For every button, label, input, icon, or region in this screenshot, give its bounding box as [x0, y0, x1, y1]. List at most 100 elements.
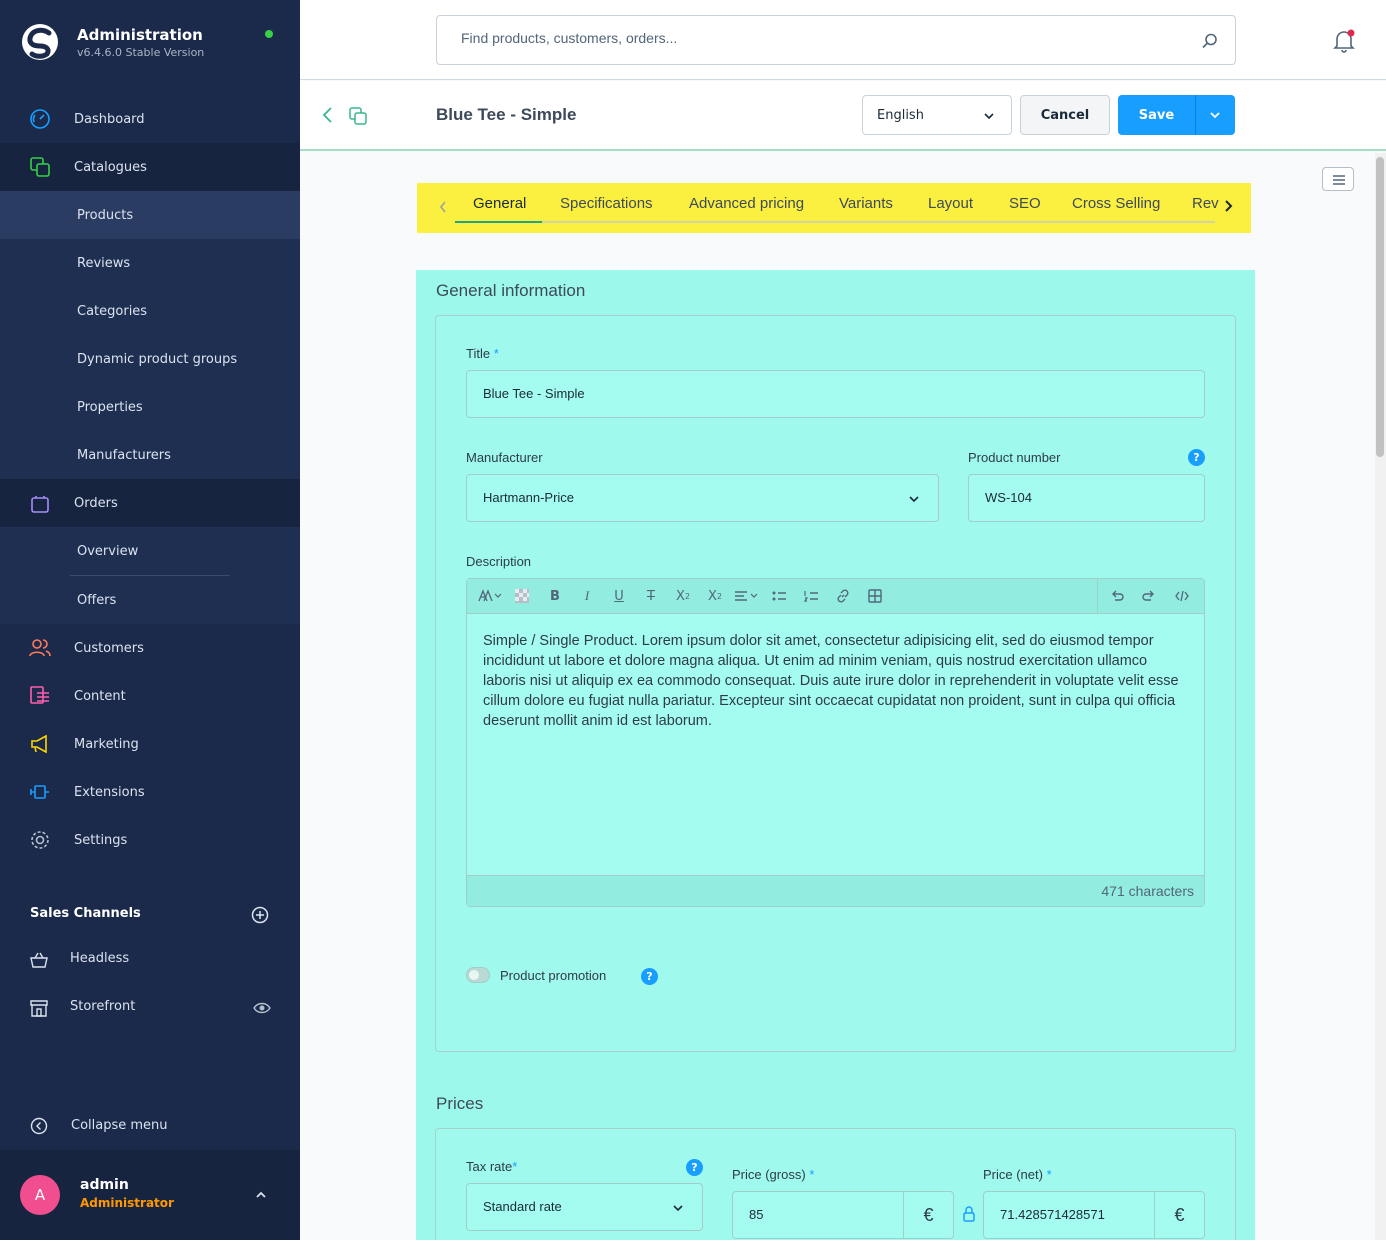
- hamburger-icon: [1333, 175, 1345, 185]
- description-label: Description: [466, 554, 532, 569]
- main-content: General Specifications Advanced pricing …: [300, 153, 1386, 1240]
- sidebar-toggle-button[interactable]: [1322, 167, 1354, 191]
- eye-icon[interactable]: [252, 999, 272, 1017]
- title-label: Title *: [466, 346, 499, 361]
- nav-customers[interactable]: Customers: [0, 624, 300, 672]
- tab-variants[interactable]: Variants: [839, 195, 893, 212]
- chevron-down-icon: [984, 113, 994, 120]
- nav-reviews[interactable]: Reviews: [0, 239, 300, 287]
- nav-overview[interactable]: Overview: [0, 527, 300, 575]
- save-button[interactable]: Save: [1118, 95, 1196, 135]
- nav-customers-label: Customers: [74, 640, 144, 656]
- nav-dashboard-label: Dashboard: [74, 111, 145, 127]
- nav-dashboard[interactable]: Dashboard: [0, 95, 300, 143]
- save-options-button[interactable]: [1196, 95, 1235, 135]
- back-chevron-icon[interactable]: [320, 106, 336, 124]
- tab-seo[interactable]: SEO: [1009, 195, 1041, 212]
- collapse-menu[interactable]: Collapse menu: [0, 1106, 300, 1146]
- customers-icon: [29, 639, 51, 657]
- price-gross-label-text: Price (gross): [732, 1167, 806, 1182]
- catalogues-icon: [30, 157, 50, 177]
- underline-icon[interactable]: U: [610, 587, 628, 605]
- numbered-list-icon[interactable]: [802, 587, 820, 605]
- cancel-button[interactable]: Cancel: [1020, 95, 1110, 135]
- nav-orders[interactable]: Orders: [0, 479, 300, 527]
- channel-storefront[interactable]: Storefront: [0, 988, 300, 1028]
- nav-marketing-label: Marketing: [74, 736, 139, 752]
- user-menu[interactable]: A admin Administrator: [0, 1150, 300, 1240]
- nav-products[interactable]: Products: [0, 191, 300, 239]
- manufacturer-label: Manufacturer: [466, 450, 543, 465]
- link-icon[interactable]: [834, 587, 852, 605]
- manufacturer-select[interactable]: Hartmann-Price: [466, 474, 939, 522]
- price-net-value: 71.428571428571: [1000, 1207, 1105, 1222]
- italic-icon[interactable]: I: [578, 587, 596, 605]
- tab-scroll-right-icon[interactable]: [1222, 198, 1234, 214]
- basket-icon: [30, 952, 48, 968]
- text-color-icon[interactable]: [513, 587, 531, 605]
- help-icon[interactable]: ?: [641, 968, 658, 985]
- channel-headless[interactable]: Headless: [0, 940, 300, 980]
- nav-settings-label: Settings: [74, 832, 128, 848]
- nav-manufacturers-label: Manufacturers: [77, 447, 171, 463]
- product-tabs: General Specifications Advanced pricing …: [417, 183, 1251, 233]
- title-input[interactable]: Blue Tee - Simple: [466, 370, 1205, 418]
- tab-general[interactable]: General: [473, 195, 526, 212]
- text-style-icon[interactable]: [477, 587, 503, 605]
- tab-advanced-pricing[interactable]: Advanced pricing: [689, 195, 804, 212]
- lock-icon[interactable]: [962, 1205, 976, 1223]
- product-number-input[interactable]: WS-104: [968, 474, 1205, 522]
- nav-dynamic-product-groups[interactable]: Dynamic product groups: [0, 335, 300, 383]
- help-icon[interactable]: ?: [686, 1159, 703, 1176]
- editor-toolbar: B I U T X2 X2: [467, 579, 1204, 614]
- currency-suffix: €: [1154, 1192, 1204, 1238]
- tab-cross-selling[interactable]: Cross Selling: [1072, 195, 1160, 212]
- language-switch[interactable]: English: [862, 95, 1012, 135]
- table-icon[interactable]: [866, 587, 884, 605]
- strikethrough-icon[interactable]: T: [642, 587, 660, 605]
- tax-rate-select[interactable]: Standard rate: [466, 1183, 703, 1231]
- gear-icon: [31, 831, 49, 849]
- notification-bell-icon[interactable]: [1332, 28, 1356, 54]
- nav-catalogues[interactable]: Catalogues: [0, 143, 300, 191]
- help-icon[interactable]: ?: [1188, 449, 1205, 466]
- tab-layout[interactable]: Layout: [928, 195, 973, 212]
- nav-properties[interactable]: Properties: [0, 383, 300, 431]
- global-search[interactable]: [436, 15, 1236, 65]
- chevron-up-icon[interactable]: [254, 1188, 268, 1202]
- nav-categories[interactable]: Categories: [0, 287, 300, 335]
- product-promotion-toggle[interactable]: [466, 967, 490, 983]
- smart-bar: Blue Tee - Simple English Cancel Save: [300, 81, 1386, 151]
- avatar: A: [20, 1175, 60, 1215]
- align-icon[interactable]: [734, 587, 760, 605]
- bold-icon[interactable]: B: [546, 587, 564, 605]
- scrollbar[interactable]: [1375, 153, 1386, 1240]
- subscript-icon[interactable]: X2: [706, 587, 724, 605]
- top-header: [300, 0, 1386, 80]
- price-net-input[interactable]: 71.428571428571 €: [983, 1191, 1205, 1239]
- price-gross-value: 85: [749, 1207, 764, 1222]
- description-text[interactable]: Simple / Single Product. Lorem ipsum dol…: [483, 631, 1189, 731]
- code-view-icon[interactable]: [1173, 587, 1191, 605]
- redo-icon[interactable]: [1140, 587, 1158, 605]
- nav-settings[interactable]: Settings: [0, 816, 300, 864]
- scrollbar-thumb[interactable]: [1376, 157, 1384, 457]
- tab-reviews[interactable]: Rev: [1192, 195, 1219, 212]
- nav-marketing[interactable]: Marketing: [0, 720, 300, 768]
- description-editor[interactable]: B I U T X2 X2 Simple / Single Product. L…: [466, 578, 1205, 907]
- superscript-icon[interactable]: X2: [674, 587, 692, 605]
- add-sales-channel-icon[interactable]: [251, 906, 269, 924]
- search-input[interactable]: [461, 30, 1161, 46]
- tab-specifications[interactable]: Specifications: [560, 195, 653, 212]
- currency-suffix: €: [903, 1192, 953, 1238]
- nav-offers[interactable]: Offers: [0, 576, 300, 624]
- price-gross-input[interactable]: 85 €: [732, 1191, 954, 1239]
- undo-icon[interactable]: [1108, 587, 1126, 605]
- search-icon[interactable]: [1201, 32, 1219, 50]
- bullet-list-icon[interactable]: [770, 587, 788, 605]
- active-tab-indicator: [455, 221, 542, 223]
- tab-scroll-left-icon[interactable]: [438, 200, 448, 214]
- nav-manufacturers[interactable]: Manufacturers: [0, 431, 300, 479]
- nav-extensions[interactable]: Extensions: [0, 768, 300, 816]
- nav-content[interactable]: Content: [0, 672, 300, 720]
